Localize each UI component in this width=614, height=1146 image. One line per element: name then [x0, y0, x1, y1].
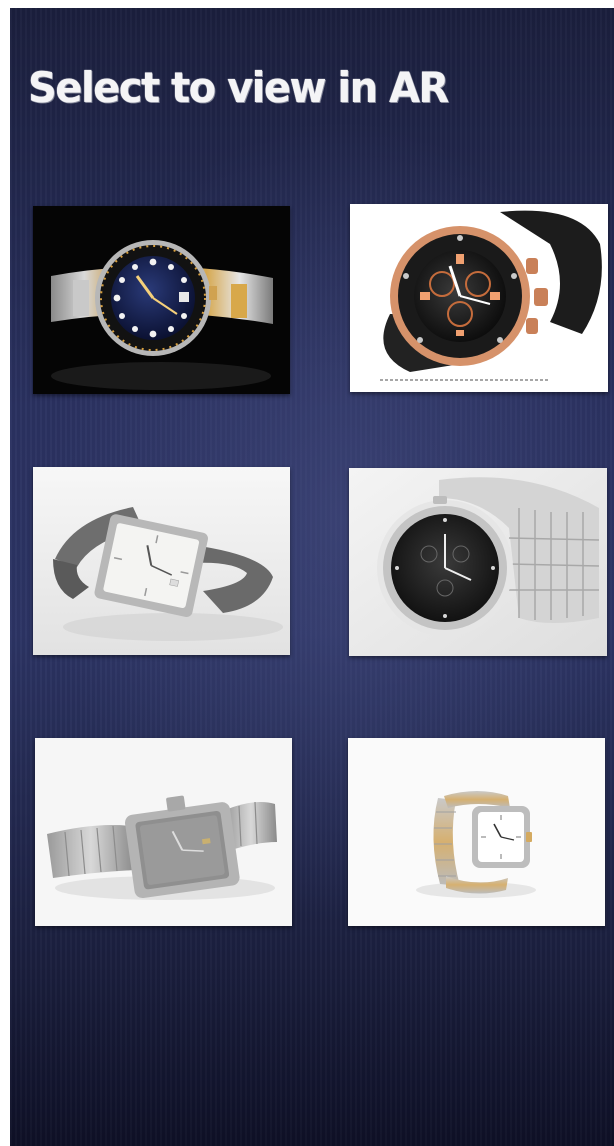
watch-tile-3[interactable]: [33, 467, 290, 655]
watch-2-image: [350, 204, 608, 392]
watch-tile-6[interactable]: [348, 738, 605, 926]
watch-tile-2[interactable]: [350, 204, 608, 392]
watch-tile-5[interactable]: [35, 738, 292, 926]
watch-tile-4[interactable]: [349, 468, 607, 656]
page-title: Select to view in AR: [28, 64, 449, 113]
watch-3-image: [33, 467, 290, 655]
watch-4-image: [349, 468, 607, 656]
watch-1-image: [33, 206, 290, 394]
watch-5-image: [35, 738, 292, 926]
watch-6-image: [348, 738, 605, 926]
ar-selection-screen: Select to view in AR: [10, 8, 614, 1146]
watch-tile-1[interactable]: [33, 206, 290, 394]
